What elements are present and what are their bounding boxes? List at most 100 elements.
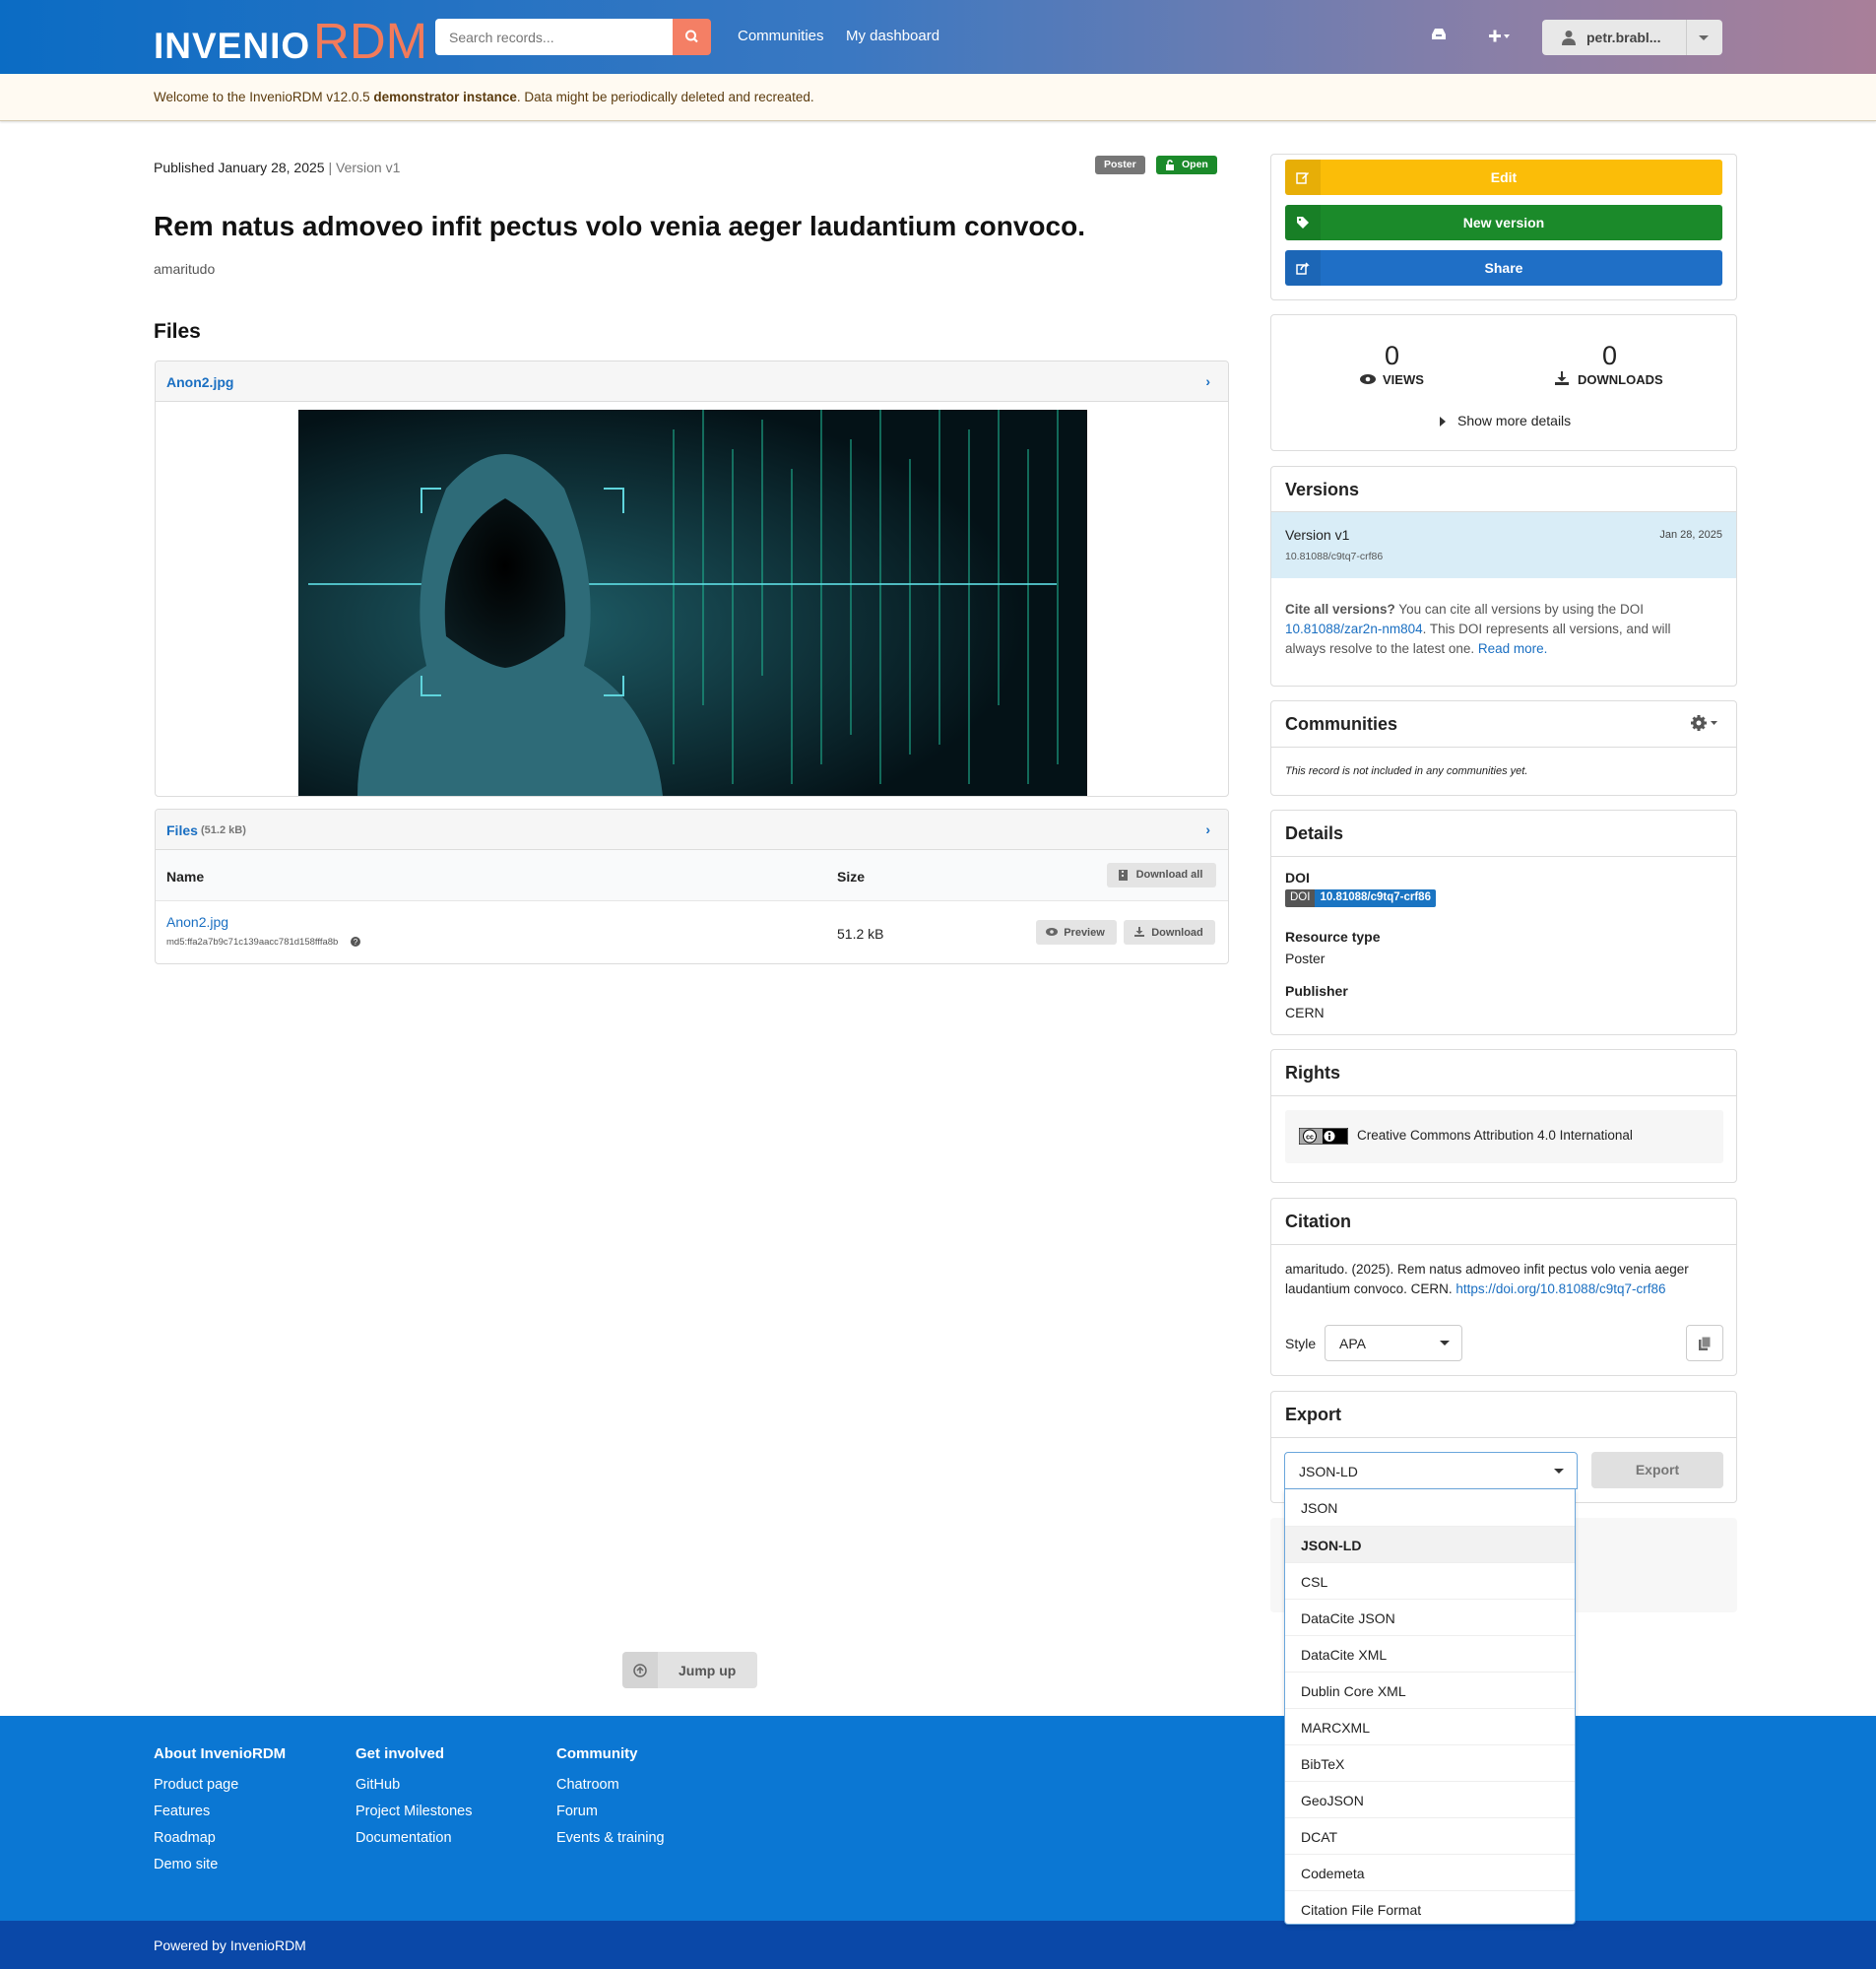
search-icon: [685, 30, 698, 43]
export-option-codemeta[interactable]: Codemeta: [1285, 1854, 1575, 1890]
jump-up-label: Jump up: [679, 1663, 737, 1678]
copy-citation-button[interactable]: [1686, 1325, 1723, 1361]
banner-text: Welcome to the InvenioRDM v12.0.5 demons…: [154, 90, 814, 104]
nav-communities[interactable]: Communities: [738, 28, 824, 44]
chevron-right-icon[interactable]: ›: [1205, 821, 1210, 837]
new-version-button[interactable]: New version: [1285, 205, 1722, 240]
footer-link-documentation[interactable]: Documentation: [356, 1830, 452, 1846]
files-heading: Files: [154, 320, 201, 343]
file-size: 51.2 kB: [837, 926, 884, 942]
resource-type-badge: Poster: [1095, 156, 1145, 174]
jump-up-button[interactable]: Jump up: [622, 1652, 757, 1688]
versions-panel: Versions Version v1 Jan 28, 2025 10.8108…: [1270, 466, 1737, 687]
gear-icon[interactable]: [1690, 714, 1719, 732]
caret-right-icon: [1440, 417, 1446, 427]
footer-link-forum[interactable]: Forum: [556, 1804, 598, 1819]
download-all-button[interactable]: Download all: [1107, 863, 1216, 887]
preview-button[interactable]: Preview: [1036, 920, 1117, 945]
version-date: Jan 28, 2025: [1659, 529, 1722, 541]
export-option-datacite-xml[interactable]: DataCite XML: [1285, 1635, 1575, 1672]
footer-link-project-milestones[interactable]: Project Milestones: [356, 1804, 472, 1819]
edit-icon: [1296, 172, 1309, 184]
export-format-select[interactable]: JSON-LD: [1284, 1452, 1578, 1489]
question-circle-icon[interactable]: ?: [351, 937, 360, 947]
version-label: Version v1: [336, 160, 401, 175]
rights-title: Rights: [1285, 1063, 1340, 1083]
divider: [1686, 20, 1687, 55]
tag-icon: [1297, 217, 1309, 229]
cite-text-2: . This DOI represents all versions, and …: [1422, 622, 1671, 636]
banner-prefix: Welcome to the InvenioRDM v12.0.5: [154, 90, 374, 104]
footer-link-github[interactable]: GitHub: [356, 1777, 400, 1793]
publisher-value: CERN: [1285, 1005, 1325, 1020]
read-more-link[interactable]: Read more.: [1478, 641, 1548, 656]
chevron-right-icon[interactable]: ›: [1205, 373, 1210, 389]
inbox-icon[interactable]: [1430, 24, 1448, 54]
export-option-geojson[interactable]: GeoJSON: [1285, 1781, 1575, 1817]
publisher-label: Publisher: [1285, 983, 1348, 999]
caret-down-icon: [1440, 1341, 1450, 1345]
rights-panel: Rights cc Creative Commons Attribution 4…: [1270, 1049, 1737, 1183]
files-list-title[interactable]: Files: [166, 822, 198, 838]
concept-doi-link[interactable]: 10.81088/zar2n-nm804: [1285, 622, 1423, 636]
footer-link-product-page[interactable]: Product page: [154, 1777, 238, 1793]
doi-badge-left: DOI: [1285, 889, 1316, 907]
export-option-csl[interactable]: CSL: [1285, 1562, 1575, 1599]
search-input[interactable]: [435, 19, 673, 55]
eye-icon: [1046, 928, 1058, 936]
plus-dropdown-icon[interactable]: [1487, 24, 1515, 54]
record-title: Rem natus admoveo infit pectus volo veni…: [154, 211, 1085, 241]
citation-doi-link[interactable]: https://doi.org/10.81088/c9tq7-crf86: [1456, 1281, 1665, 1296]
footer-link-chatroom[interactable]: Chatroom: [556, 1777, 619, 1793]
nav-my-dashboard[interactable]: My dashboard: [846, 28, 939, 44]
version-item[interactable]: Version v1 Jan 28, 2025 10.81088/c9tq7-c…: [1271, 512, 1736, 578]
file-name-link[interactable]: Anon2.jpg: [166, 914, 228, 930]
download-button[interactable]: Download: [1124, 920, 1215, 945]
share-button[interactable]: Share: [1285, 250, 1722, 286]
export-panel: Export JSON-LD Export: [1270, 1391, 1737, 1503]
export-option-json-ld[interactable]: JSON-LD: [1285, 1526, 1575, 1562]
export-option-datacite-json[interactable]: DataCite JSON: [1285, 1599, 1575, 1635]
export-option-dcat[interactable]: DCAT: [1285, 1817, 1575, 1854]
footer-link-events-training[interactable]: Events & training: [556, 1830, 665, 1846]
preview-filename[interactable]: Anon2.jpg: [166, 374, 233, 390]
col-size: Size: [837, 869, 866, 885]
eye-icon: [1360, 374, 1376, 384]
doi-badge[interactable]: DOI 10.81088/c9tq7-crf86: [1285, 889, 1436, 907]
citation-line-1: amaritudo. (2025). Rem natus admoveo inf…: [1285, 1262, 1689, 1277]
footer-link-features[interactable]: Features: [154, 1804, 210, 1819]
doi-badge-right: 10.81088/c9tq7-crf86: [1315, 889, 1436, 907]
export-option-bibtex[interactable]: BibTeX: [1285, 1744, 1575, 1781]
export-option-marcxml[interactable]: MARCXML: [1285, 1708, 1575, 1744]
cite-all-versions: Cite all versions? You can cite all vers…: [1285, 600, 1724, 659]
export-option-dublin-core-xml[interactable]: Dublin Core XML: [1285, 1672, 1575, 1708]
caret-down-icon: [1699, 35, 1709, 40]
divider: [1271, 856, 1736, 857]
creator[interactable]: amaritudo: [154, 261, 215, 277]
footer-link-roadmap[interactable]: Roadmap: [154, 1830, 216, 1846]
version-name[interactable]: Version v1: [1285, 527, 1349, 543]
export-option-citation-file-format[interactable]: Citation File Format: [1285, 1890, 1575, 1924]
doi-label: DOI: [1285, 870, 1310, 886]
details-panel: Details DOI DOI 10.81088/c9tq7-crf86 Reso…: [1270, 810, 1737, 1035]
preview-image: [298, 410, 1087, 796]
powered-by[interactable]: Powered by InvenioRDM: [154, 1937, 306, 1953]
arrow-up-circle-icon: [633, 1664, 647, 1677]
download-icon: [1134, 927, 1144, 937]
license-item[interactable]: cc Creative Commons Attribution 4.0 Inte…: [1285, 1110, 1723, 1163]
citation-style-select[interactable]: APA: [1325, 1325, 1462, 1361]
files-list-header[interactable]: Files (51.2 kB) ›: [156, 810, 1228, 850]
file-preview-header[interactable]: Anon2.jpg ›: [156, 361, 1228, 402]
new-version-label: New version: [1462, 215, 1545, 230]
files-list-panel: Files (51.2 kB) › Name Size Download all…: [155, 809, 1229, 964]
export-option-json[interactable]: JSON: [1285, 1489, 1575, 1526]
divider: [1271, 1095, 1736, 1096]
user-menu-button[interactable]: petr.brabl...: [1542, 20, 1722, 55]
details-title: Details: [1285, 823, 1344, 843]
export-button[interactable]: Export: [1591, 1452, 1723, 1488]
banner-bold: demonstrator instance: [373, 90, 517, 104]
download-icon: [1555, 371, 1569, 385]
footer-link-demo-site[interactable]: Demo site: [154, 1857, 218, 1872]
search-button[interactable]: [673, 19, 711, 55]
edit-button[interactable]: Edit: [1285, 160, 1722, 195]
